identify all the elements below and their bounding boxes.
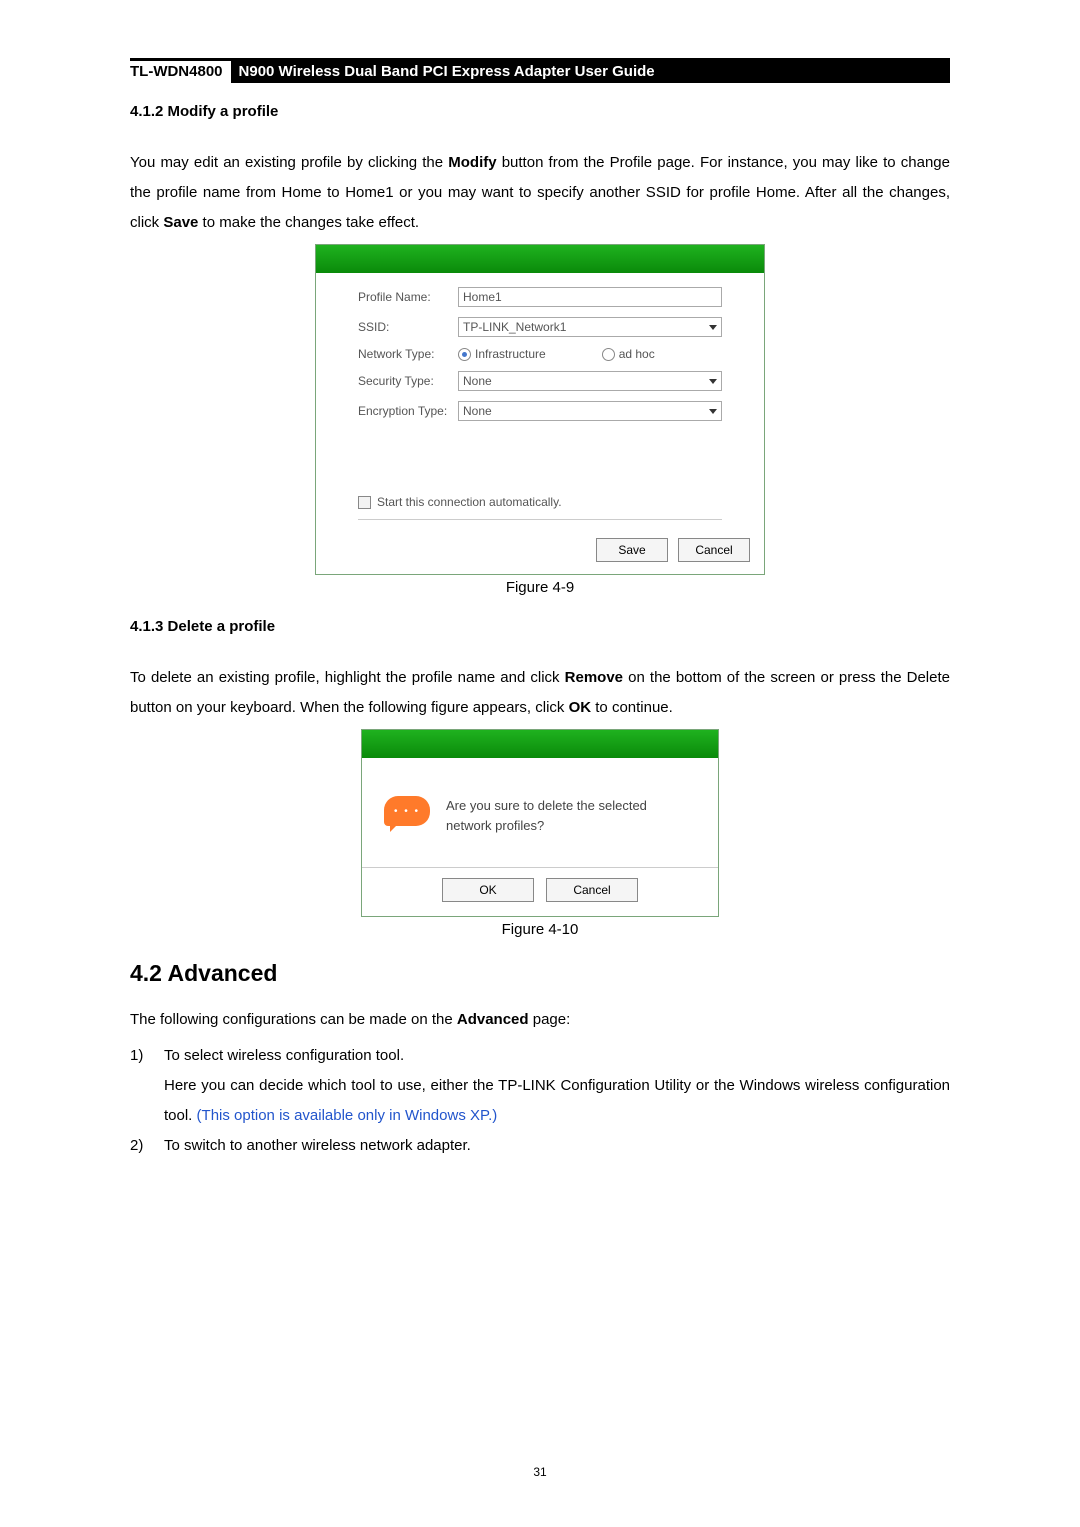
- numbered-list: 1)To select wireless configuration tool.…: [130, 1041, 950, 1161]
- text-bold: OK: [569, 699, 592, 716]
- radio-dot-selected-icon: [458, 348, 471, 361]
- text: To select wireless configuration tool.: [164, 1047, 404, 1064]
- radio-adhoc[interactable]: ad hoc: [602, 347, 655, 361]
- note-text: (This option is available only in Window…: [197, 1107, 498, 1124]
- auto-connect-checkbox[interactable]: [358, 496, 371, 509]
- radio-infrastructure[interactable]: Infrastructure: [458, 347, 546, 361]
- ssid-dropdown[interactable]: TP-LINK_Network1: [458, 317, 722, 337]
- security-type-dropdown[interactable]: None: [458, 371, 722, 391]
- text-bold: Remove: [565, 669, 623, 686]
- list-number: 2): [130, 1131, 164, 1161]
- text: to continue.: [591, 699, 673, 716]
- encryption-type-dropdown[interactable]: None: [458, 401, 722, 421]
- radio-label: Infrastructure: [475, 347, 546, 361]
- page-header: TL-WDN4800 N900 Wireless Dual Band PCI E…: [130, 58, 950, 83]
- list-item: 1)To select wireless configuration tool.…: [130, 1041, 950, 1131]
- text-bold: Modify: [448, 154, 496, 171]
- radio-label: ad hoc: [619, 347, 655, 361]
- warning-bubble-icon: • • •: [384, 796, 430, 826]
- cancel-button[interactable]: Cancel: [678, 538, 750, 562]
- text: The following configurations can be made…: [130, 1011, 457, 1028]
- label-ssid: SSID:: [358, 320, 458, 334]
- radio-dot-icon: [602, 348, 615, 361]
- chevron-down-icon: [709, 325, 717, 330]
- paragraph: To delete an existing profile, highlight…: [130, 663, 950, 723]
- dropdown-value: None: [463, 404, 492, 418]
- confirm-delete-dialog: • • • Are you sure to delete the selecte…: [361, 729, 719, 917]
- text-bold: Save: [163, 214, 198, 231]
- cancel-button[interactable]: Cancel: [546, 878, 638, 902]
- model-label: TL-WDN4800: [130, 61, 231, 83]
- text: You may edit an existing profile by clic…: [130, 154, 448, 171]
- paragraph: You may edit an existing profile by clic…: [130, 148, 950, 238]
- heading-4-2: 4.2 Advanced: [130, 960, 950, 987]
- list-number: 1): [130, 1041, 164, 1131]
- figure-caption: Figure 4-9: [130, 579, 950, 596]
- save-button[interactable]: Save: [596, 538, 668, 562]
- profile-name-input[interactable]: Home1: [458, 287, 722, 307]
- figure-caption: Figure 4-10: [130, 921, 950, 938]
- checkbox-label: Start this connection automatically.: [377, 495, 562, 509]
- list-item: 2)To switch to another wireless network …: [130, 1131, 950, 1161]
- dialog-message: Are you sure to delete the selected netw…: [446, 796, 696, 835]
- dropdown-value: TP-LINK_Network1: [463, 320, 566, 334]
- label-security-type: Security Type:: [358, 374, 458, 388]
- label-encryption-type: Encryption Type:: [358, 404, 458, 418]
- ok-button[interactable]: OK: [442, 878, 534, 902]
- paragraph: The following configurations can be made…: [130, 1005, 950, 1035]
- input-value: Home1: [463, 290, 502, 304]
- dialog-titlebar: [362, 730, 718, 758]
- text-bold: Advanced: [457, 1011, 529, 1028]
- list-body: To select wireless configuration tool.He…: [164, 1041, 950, 1131]
- list-body: To switch to another wireless network ad…: [164, 1131, 950, 1161]
- label-profile-name: Profile Name:: [358, 290, 458, 304]
- text: page:: [529, 1011, 571, 1028]
- doc-title: N900 Wireless Dual Band PCI Express Adap…: [231, 61, 950, 83]
- profile-dialog: Profile Name: Home1 SSID: TP-LINK_Networ…: [315, 244, 765, 575]
- chevron-down-icon: [709, 409, 717, 414]
- text: To delete an existing profile, highlight…: [130, 669, 565, 686]
- dialog-titlebar: [316, 245, 764, 273]
- text: to make the changes take effect.: [198, 214, 419, 231]
- heading-4-1-2: 4.1.2 Modify a profile: [130, 103, 950, 120]
- chevron-down-icon: [709, 379, 717, 384]
- page-number: 31: [0, 1465, 1080, 1479]
- dropdown-value: None: [463, 374, 492, 388]
- heading-4-1-3: 4.1.3 Delete a profile: [130, 618, 950, 635]
- label-network-type: Network Type:: [358, 347, 458, 361]
- text: To switch to another wireless network ad…: [164, 1137, 471, 1154]
